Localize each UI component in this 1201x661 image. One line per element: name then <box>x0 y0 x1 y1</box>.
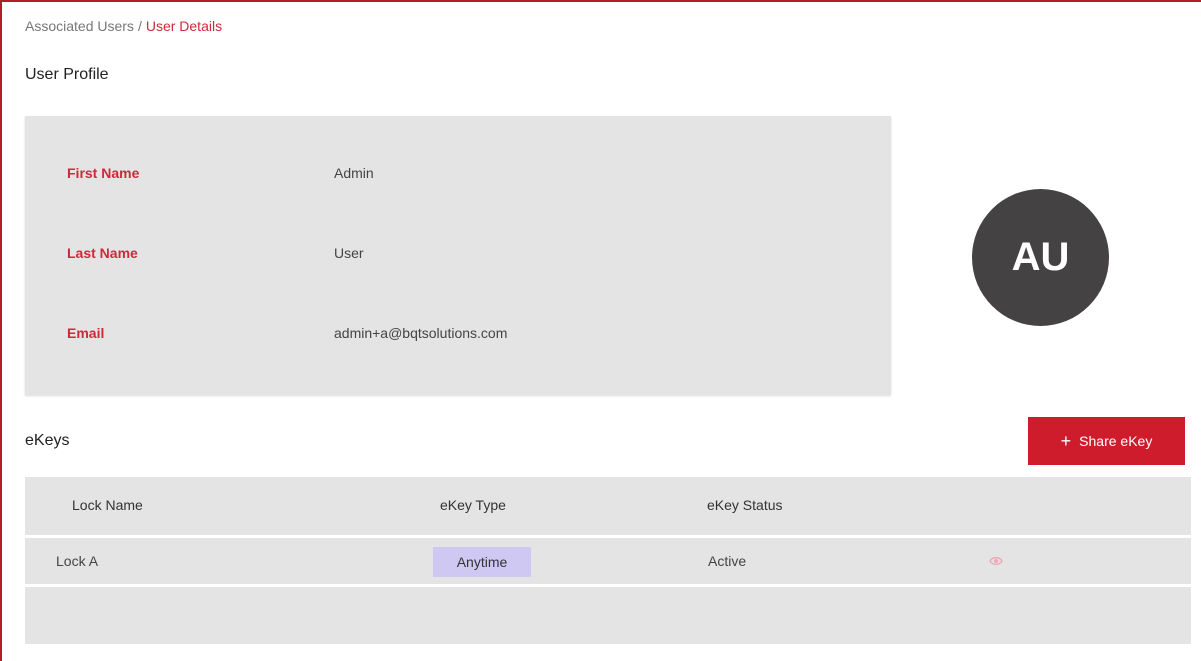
column-header-ekey-type: eKey Type <box>440 497 506 513</box>
email-label: Email <box>67 325 105 341</box>
table-row: Lock A Anytime Active <box>25 538 1191 584</box>
breadcrumb-associated-users[interactable]: Associated Users <box>25 18 134 34</box>
ekeys-table: Lock Name eKey Type eKey Status Lock A A… <box>25 477 1191 644</box>
user-profile-title: User Profile <box>25 66 109 83</box>
first-name-value: Admin <box>334 165 374 181</box>
table-header: Lock Name eKey Type eKey Status <box>25 477 1191 535</box>
last-name-label: Last Name <box>67 245 138 261</box>
last-name-value: User <box>334 245 364 261</box>
ekey-status-cell: Active <box>708 553 747 569</box>
table-empty-row <box>25 587 1191 644</box>
first-name-label: First Name <box>67 165 140 181</box>
email-value: admin+a@bqtsolutions.com <box>334 325 508 341</box>
breadcrumb-current: User Details <box>145 18 223 34</box>
ekey-type-badge: Anytime <box>433 547 531 577</box>
lock-name-cell: Lock A <box>56 553 99 569</box>
breadcrumb-separator: / <box>137 18 142 34</box>
share-ekey-label: Share eKey <box>1079 433 1153 449</box>
profile-card: First Name Admin Last Name User Email ad… <box>25 116 891 395</box>
breadcrumb: Associated Users / User Details <box>25 18 222 34</box>
column-header-lock-name: Lock Name <box>72 497 143 513</box>
column-header-ekey-status: eKey Status <box>707 497 783 513</box>
eye-icon[interactable] <box>989 555 1003 567</box>
ekeys-title: eKeys <box>25 432 70 449</box>
share-ekey-button[interactable]: + Share eKey <box>1028 417 1185 465</box>
plus-icon: + <box>1060 431 1072 451</box>
avatar: AU <box>972 189 1109 326</box>
